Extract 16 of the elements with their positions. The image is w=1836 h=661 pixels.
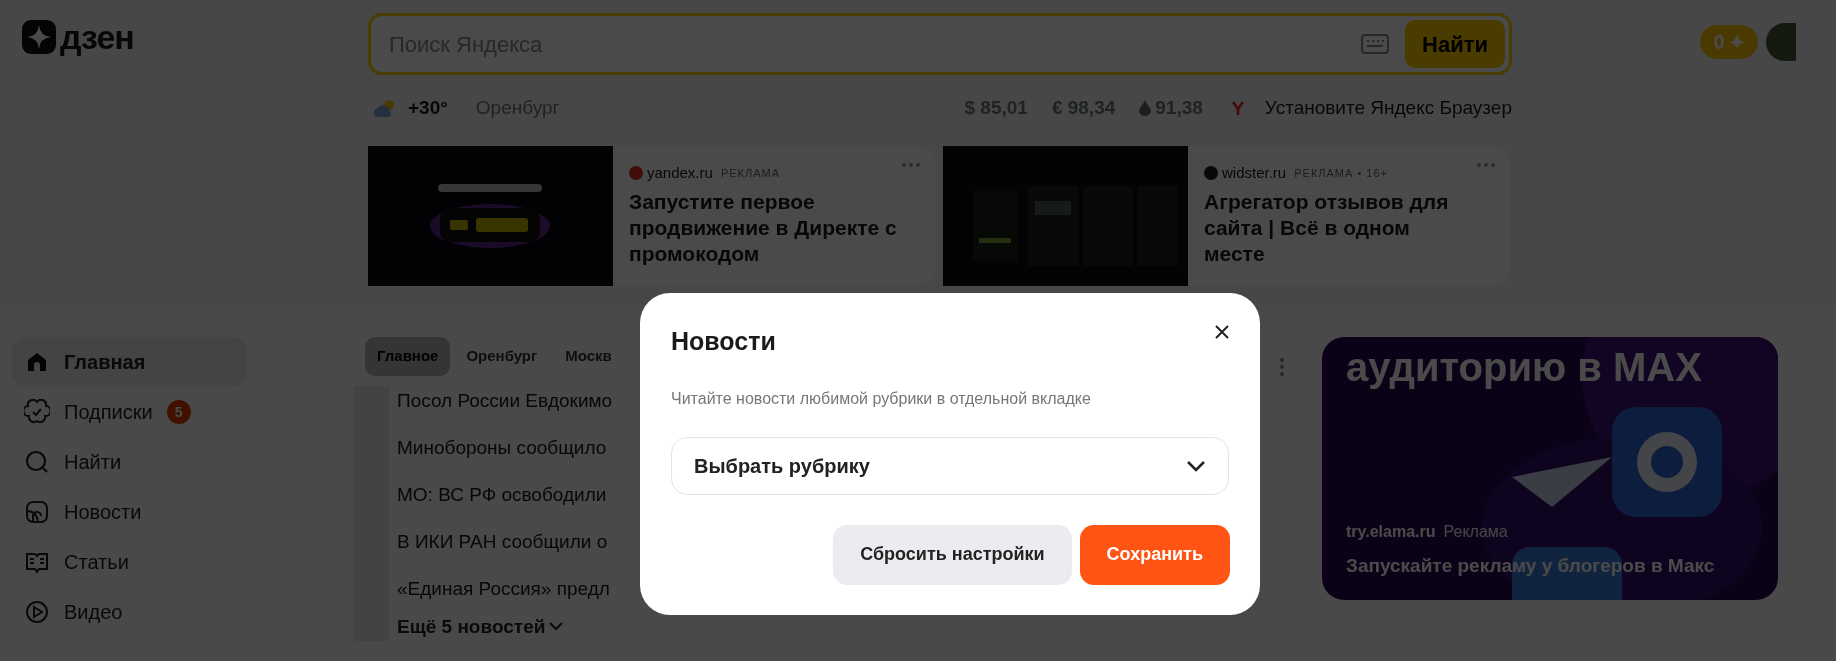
ad-source: yandex.ru [647,163,713,183]
news-tab[interactable]: Оренбург [454,337,550,376]
dialog-title: Новости [671,326,776,357]
close-icon [1214,323,1230,340]
dialog-description: Читайте новости любимой рубрики в отдельной вкладке [671,388,1092,409]
reset-button[interactable]: Сбросить настройки [833,524,1072,585]
ad-source: widster.ru [1222,163,1287,183]
ad-source: try.elama.ru [1346,521,1436,542]
news-tab[interactable]: Москв [553,337,624,376]
ad-title: Агрегатор отзывов для сайта | Всё в одном месте [1204,188,1450,267]
chevron-down-icon [1186,459,1206,472]
ad-headline: аудиторию в MAX [1346,345,1703,389]
ad-label: Реклама [1443,521,1508,542]
save-button[interactable]: Сохранить [1079,524,1230,585]
ad-title: Запустите первое продвижение в Директе с промокодом [629,188,898,267]
category-select[interactable]: Выбрать рубрику [671,436,1229,495]
